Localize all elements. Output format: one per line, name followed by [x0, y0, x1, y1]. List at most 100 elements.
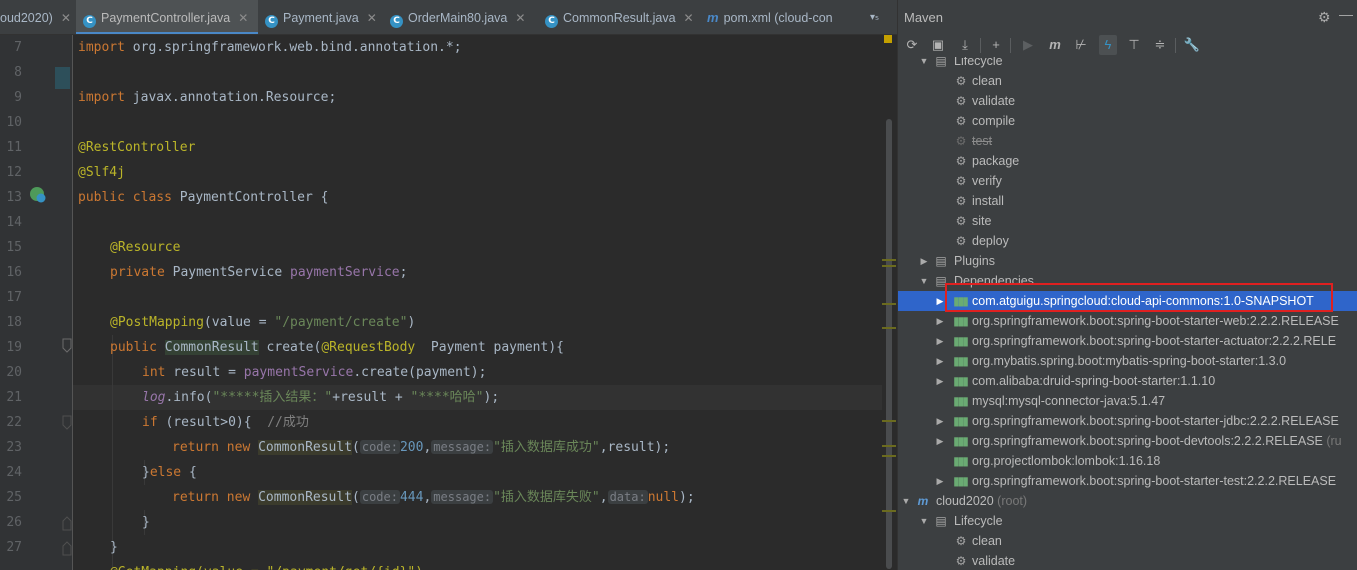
tree-node-dependency[interactable]: ▮▮▮ mysql:mysql-connector-java:5.1.47	[898, 391, 1357, 411]
collapse-icon[interactable]: ≑	[1151, 35, 1169, 55]
tree-node-dependency[interactable]: ▶ ▮▮▮ org.springframework.boot:spring-bo…	[898, 431, 1357, 451]
library-icon: ▮▮▮	[953, 374, 969, 388]
tab-payment[interactable]: C Payment.java ✕	[265, 0, 385, 34]
tab-overflow-menu[interactable]: ▾₅	[870, 0, 879, 34]
chevron-right-icon[interactable]: ▶	[935, 351, 945, 371]
tree-node-goal-verify[interactable]: ⚙ verify	[898, 171, 1357, 191]
warning-marker[interactable]	[882, 327, 896, 329]
generate-sources-icon[interactable]: ▣	[929, 35, 947, 55]
annotation-highlight-box	[945, 283, 1333, 312]
tree-node-goal-test[interactable]: ⚙ test	[898, 131, 1357, 151]
line-number: 18	[6, 315, 22, 330]
line-number: 20	[6, 365, 22, 380]
tree-node-plugins[interactable]: ▶ ▤ Plugins	[898, 251, 1357, 271]
chevron-right-icon[interactable]: ▶	[935, 471, 945, 491]
chevron-right-icon[interactable]: ▶	[935, 291, 945, 311]
tree-node-dependency[interactable]: ▶ ▮▮▮ org.springframework.boot:spring-bo…	[898, 411, 1357, 431]
code-editor[interactable]: import org.springframework.web.bind.anno…	[73, 35, 882, 570]
chevron-right-icon[interactable]: ▶	[935, 411, 945, 431]
chevron-right-icon[interactable]: ▶	[935, 311, 945, 331]
class-icon: C	[265, 15, 278, 28]
line-number: 25	[6, 490, 22, 505]
tab-cloud2020[interactable]: oud2020) ✕	[0, 0, 71, 34]
execute-goal-icon[interactable]: m	[1046, 35, 1064, 55]
line-number: 8	[14, 65, 22, 80]
editor-scrollbar[interactable]	[882, 35, 897, 570]
tree-node-goal-validate[interactable]: ⚙ validate	[898, 551, 1357, 570]
line-number: 13	[6, 190, 22, 205]
tree-node-dependency[interactable]: ▶ ▮▮▮ com.alibaba:druid-spring-boot-star…	[898, 371, 1357, 391]
tree-node-lifecycle[interactable]: ▼ ▤ Lifecycle	[898, 511, 1357, 531]
tree-node-goal-clean[interactable]: ⚙ clean	[898, 71, 1357, 91]
gear-icon: ⚙	[955, 234, 967, 248]
editor-tab-bar: oud2020) ✕ C PaymentController.java ✕ C Paym…	[0, 0, 897, 35]
tree-node-goal-deploy[interactable]: ⚙ deploy	[898, 231, 1357, 251]
close-icon[interactable]: ✕	[238, 11, 248, 25]
fold-icon[interactable]	[62, 338, 72, 354]
tree-node-goal-site[interactable]: ⚙ site	[898, 211, 1357, 231]
tree-node-module-cloud2020[interactable]: ▼ m cloud2020 (root)	[898, 491, 1357, 511]
tree-node-dependency[interactable]: ▮▮▮ org.projectlombok:lombok:1.16.18	[898, 451, 1357, 471]
chevron-right-icon[interactable]: ▶	[919, 251, 929, 271]
folder-icon: ▤	[935, 254, 947, 268]
warning-marker[interactable]	[882, 265, 896, 267]
tree-node-goal-package[interactable]: ⚙ package	[898, 151, 1357, 171]
warning-marker[interactable]	[882, 259, 896, 261]
warning-marker[interactable]	[882, 510, 896, 512]
tree-node-dependency[interactable]: ▶ ▮▮▮ org.mybatis.spring.boot:mybatis-sp…	[898, 351, 1357, 371]
inspection-status-icon[interactable]	[884, 35, 892, 43]
chevron-right-icon[interactable]: ▶	[935, 371, 945, 391]
toggle-offline-icon[interactable]: ⊬	[1072, 35, 1090, 55]
tree-node-goal-install[interactable]: ⚙ install	[898, 191, 1357, 211]
tree-node-goal-validate[interactable]: ⚙ validate	[898, 91, 1357, 111]
chevron-down-icon[interactable]: ▼	[919, 511, 929, 531]
fold-icon[interactable]	[62, 515, 72, 531]
warning-marker[interactable]	[882, 455, 896, 457]
warning-marker[interactable]	[882, 445, 896, 447]
tree-node-lifecycle[interactable]: ▼ ▤ Lifecycle	[898, 57, 1357, 71]
tab-order-main80[interactable]: C OrderMain80.java ✕	[390, 0, 535, 34]
tab-label: CommonResult.java	[563, 11, 676, 25]
refresh-icon[interactable]: ⟳	[903, 35, 921, 55]
maven-project-tree[interactable]: ▼ ▤ Lifecycle ⚙ clean ⚙ validate ⚙ compi…	[898, 57, 1357, 570]
settings-wrench-icon[interactable]: 🔧	[1183, 35, 1201, 55]
warning-marker[interactable]	[882, 420, 896, 422]
chevron-right-icon[interactable]: ▶	[935, 431, 945, 451]
close-icon[interactable]: ✕	[61, 11, 71, 25]
fold-icon[interactable]	[62, 540, 72, 556]
hide-icon[interactable]: —	[1339, 6, 1353, 22]
tree-node-goal-compile[interactable]: ⚙ compile	[898, 111, 1357, 131]
gear-icon: ⚙	[955, 94, 967, 108]
spring-bean-gutter-icon[interactable]	[28, 185, 48, 205]
gear-icon: ⚙	[955, 154, 967, 168]
tab-payment-controller[interactable]: C PaymentController.java ✕	[76, 0, 258, 34]
chevron-right-icon[interactable]: ▶	[935, 331, 945, 351]
chevron-down-icon[interactable]: ▼	[919, 57, 929, 71]
tab-label: OrderMain80.java	[408, 11, 508, 25]
tree-node-dependency[interactable]: ▶ ▮▮▮ org.springframework.boot:spring-bo…	[898, 311, 1357, 331]
plus-icon[interactable]: +	[987, 35, 1005, 55]
show-dependencies-icon[interactable]: ⊤	[1125, 35, 1143, 55]
warning-marker[interactable]	[882, 303, 896, 305]
run-icon[interactable]: ▶	[1019, 35, 1037, 55]
gear-icon[interactable]: ⚙	[1318, 9, 1331, 26]
line-number: 12	[6, 165, 22, 180]
close-icon[interactable]: ✕	[367, 11, 377, 25]
fold-icon[interactable]	[62, 415, 72, 431]
gear-icon: ⚙	[955, 554, 967, 568]
skip-tests-icon[interactable]: ϟ	[1099, 35, 1117, 55]
tab-label: pom.xml (cloud-con	[723, 11, 833, 25]
library-icon: ▮▮▮	[953, 474, 969, 488]
tree-node-dependency[interactable]: ▶ ▮▮▮ org.springframework.boot:spring-bo…	[898, 471, 1357, 491]
close-icon[interactable]: ✕	[515, 11, 525, 25]
tab-common-result[interactable]: C CommonResult.java ✕	[545, 0, 700, 34]
library-icon: ▮▮▮	[953, 454, 969, 468]
chevron-down-icon[interactable]: ▼	[919, 271, 929, 291]
tree-node-dependency[interactable]: ▶ ▮▮▮ org.springframework.boot:spring-bo…	[898, 331, 1357, 351]
close-icon[interactable]: ✕	[684, 11, 694, 25]
chevron-down-icon[interactable]: ▼	[901, 491, 911, 511]
tab-pom-xml[interactable]: m pom.xml (cloud-con	[707, 0, 867, 34]
scrollbar-thumb[interactable]	[886, 119, 892, 569]
tree-node-goal-clean[interactable]: ⚙ clean	[898, 531, 1357, 551]
download-icon[interactable]: ⤓	[956, 35, 974, 55]
